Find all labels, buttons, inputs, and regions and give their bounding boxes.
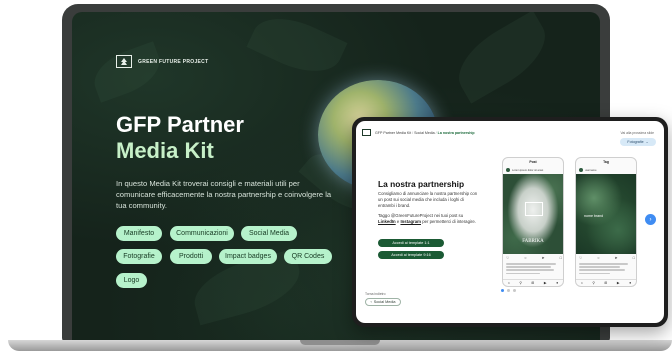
search-icon[interactable]: ⚲ [519, 281, 522, 285]
add-icon[interactable]: ⊞ [531, 281, 534, 285]
post-actions: ♡ ○ ➤ □ [579, 256, 635, 261]
back-label: Torna indietro [365, 292, 386, 296]
post-username: username [585, 168, 597, 172]
pill-impact-badges[interactable]: Impact badges [219, 249, 277, 264]
chevron-right-icon: › [649, 216, 652, 223]
profile-icon[interactable]: ● [629, 281, 631, 285]
template-1-1-button[interactable]: Accedi ai template 1:1 [378, 239, 444, 247]
send-icon[interactable]: ➤ [615, 256, 618, 261]
post-user-row: username [579, 167, 635, 173]
brand-logo[interactable]: GREEN FUTURE PROJECT [116, 55, 208, 68]
breadcrumb-separator: / [412, 130, 414, 135]
carousel-next-button[interactable]: › [645, 214, 656, 225]
tagging-text-suffix: per permetterci di interagire. [421, 219, 476, 225]
post-image: FABRIKA [503, 174, 563, 254]
leaf-decoration [87, 41, 167, 103]
tree-logo-icon [525, 202, 543, 216]
title-line-2: Media Kit [116, 137, 214, 163]
post-image-caption: nome brand [584, 214, 604, 218]
comment-icon[interactable]: ○ [597, 256, 599, 261]
breadcrumb: GFP Partner Media Kit / Social Media / L… [375, 131, 475, 135]
reels-icon[interactable]: ▶ [544, 281, 547, 285]
breadcrumb-current: La nostra partnership [437, 130, 475, 135]
next-slide-value: Fotografie [627, 140, 644, 144]
phone-header: Tag [603, 160, 609, 164]
bookmark-icon[interactable]: □ [633, 256, 635, 261]
chevron-down-icon: ⌄ [645, 140, 649, 144]
back-button-label: Social Media [373, 300, 396, 304]
leaf-decoration [246, 12, 348, 85]
post-caption-lines [579, 263, 635, 276]
laptop-notch [300, 340, 380, 345]
profile-icon[interactable]: ● [556, 281, 558, 285]
reels-icon[interactable]: ▶ [617, 281, 620, 285]
heart-icon[interactable]: ♡ [579, 256, 582, 261]
carousel-dots [501, 289, 516, 292]
page-title: GFP Partner Media Kit [116, 112, 244, 164]
tablet-topbar: GFP Partner Media Kit / Social Media / L… [362, 129, 475, 136]
breadcrumb-root[interactable]: GFP Partner Media Kit [375, 131, 411, 135]
tree-logo-icon [116, 55, 132, 68]
phone-header: Post [529, 160, 537, 164]
pill-fotografie[interactable]: Fotografie [116, 249, 162, 264]
pill-logo[interactable]: Logo [116, 273, 147, 288]
brand-name: GREEN FUTURE PROJECT [138, 58, 209, 65]
section-heading: La nostra partnership [378, 179, 465, 189]
instagram-tag-preview: Tag username nome brand ♡ ○ ➤ □ ⌂ ⚲ ⊞ ▶ [575, 157, 637, 287]
home-icon[interactable]: ⌂ [581, 281, 583, 285]
partnership-paragraph: Consigliamo di annunciare la nostra part… [378, 191, 478, 209]
comment-icon[interactable]: ○ [524, 256, 526, 261]
tree-logo-icon[interactable] [362, 129, 371, 136]
pill-social-media[interactable]: Social Media [241, 226, 297, 241]
add-icon[interactable]: ⊞ [604, 281, 607, 285]
title-line-1: GFP Partner [116, 112, 244, 137]
phone-nav-bar: ⌂ ⚲ ⊞ ▶ ● [503, 279, 563, 286]
heart-icon[interactable]: ♡ [506, 256, 509, 261]
template-9-16-button[interactable]: Accedi ai template 9:16 [378, 251, 444, 259]
breadcrumb-separator: / [435, 130, 437, 135]
pill-manifesto[interactable]: Manifesto [116, 226, 162, 241]
linkedin-link[interactable]: LinkedIn [378, 219, 396, 224]
carousel-dot[interactable] [513, 289, 516, 292]
home-icon[interactable]: ⌂ [508, 281, 510, 285]
avatar [579, 168, 583, 172]
stage: GREEN FUTURE PROJECT GFP Partner Media K… [0, 0, 672, 354]
pill-communicazioni[interactable]: Communicazioni [170, 226, 234, 241]
send-icon[interactable]: ➤ [542, 256, 545, 261]
pill-prodotti[interactable]: Prodotti [170, 249, 212, 264]
post-actions: ♡ ○ ➤ □ [506, 256, 562, 261]
carousel-dot[interactable] [507, 289, 510, 292]
bookmark-icon[interactable]: □ [560, 256, 562, 261]
chevron-left-icon: ‹ [370, 300, 372, 304]
phone-nav-bar: ⌂ ⚲ ⊞ ▶ ● [576, 279, 636, 286]
post-caption-lines [506, 263, 562, 276]
next-slide-select[interactable]: Fotografie ⌄ [620, 138, 656, 146]
next-slide-label: Vai alla prossima slide [620, 131, 654, 135]
post-user-row: Lorem ipsum dolor sit amet [506, 167, 562, 173]
post-username: Lorem ipsum dolor sit amet [512, 168, 544, 172]
back-button[interactable]: ‹ Social Media [365, 298, 401, 306]
tablet-screen: GFP Partner Media Kit / Social Media / L… [356, 121, 664, 323]
leaf-decoration [446, 12, 558, 104]
breadcrumb-social-media[interactable]: Social Media [414, 131, 435, 135]
avatar [506, 168, 510, 172]
post-image-caption: FABRIKA [522, 239, 544, 244]
search-icon[interactable]: ⚲ [592, 281, 595, 285]
tagging-text-prefix: Taggo @GreenFutureProject nei tuoi post … [378, 213, 464, 218]
post-image: nome brand [576, 174, 636, 254]
pill-qr-codes[interactable]: QR Codes [284, 249, 332, 264]
intro-description: In questo Media Kit troverai consigli e … [116, 179, 332, 210]
tagging-paragraph: Taggo @GreenFutureProject nei tuoi post … [378, 213, 478, 225]
carousel-dot[interactable] [501, 289, 504, 292]
instagram-post-preview: Post Lorem ipsum dolor sit amet FABRIKA … [502, 157, 564, 287]
instagram-link[interactable]: Instagram [400, 219, 421, 224]
